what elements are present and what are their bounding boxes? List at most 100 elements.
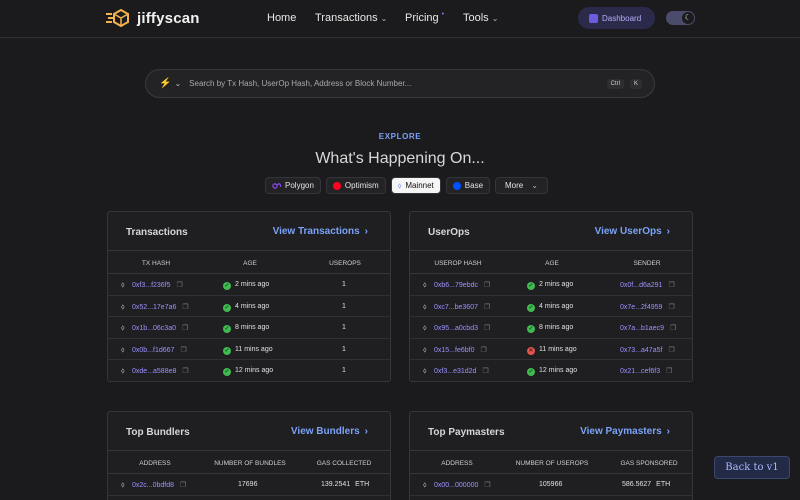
sender-link[interactable]: 0x0f...d6a291 [620,282,662,289]
copy-icon[interactable]: ❐ [668,304,674,311]
copy-icon[interactable]: ❐ [484,482,490,489]
age: 12 mins ago [539,367,578,374]
chain-optimism[interactable]: Optimism [325,177,386,194]
tx-hash-link[interactable]: 0x52...17e7a6 [132,304,176,311]
tx-hash-link[interactable]: 0xde...a588e8 [132,368,176,375]
tx-hash-link[interactable]: 0x1b...06c3a0 [132,325,176,332]
page-title: What's Happening On... [315,150,485,167]
chain-more[interactable]: More ⌄ [495,177,548,194]
success-icon: ✓ [527,303,535,312]
view-paymasters-link[interactable]: View Paymasters › [580,426,670,437]
age: 11 mins ago [235,345,273,353]
copy-icon[interactable]: ❐ [182,368,188,375]
table-row[interactable]: ⬨ 0x2c...0bdfd8 ❐ 17696 139.2541 ETH [108,474,390,496]
success-icon: ✓ [223,368,231,376]
table-row[interactable]: ⬨ 0x15...fe6bf0 ❐ ✕ 11 mins ago 0x73...a47a5f… [410,339,692,360]
table-row[interactable]: ⬨ 0xf3...f236f5 ❐ ✓ 2 mins ago 1 [108,274,390,296]
copy-icon[interactable]: ❐ [484,282,490,289]
userops-count: 1 [342,281,346,288]
table-row[interactable]: ⬨ 0xb6...79ebdc ❐ ✓ 2 mins ago 0x0f...d6a291 ❐ [410,274,692,296]
copy-icon[interactable]: ❐ [177,282,183,289]
nav-pricing-label: Pricing [405,12,439,24]
userop-hash-link[interactable]: 0xb6...79ebdc [434,282,478,289]
ethereum-icon: ⬨ [423,344,427,354]
ethereum-icon: ⬨ [121,366,125,375]
table-row[interactable]: ⬨ 0xde...a588e8 ❐ ✓ 12 mins ago 1 [108,360,390,381]
sender-link[interactable]: 0x73...a47a5f [620,347,662,354]
nav-home-label: Home [267,12,297,24]
table-row[interactable]: ⬨ 0xf3...e31d2d ❐ ✓ 12 mins ago 0x21...cef6f3… [410,360,692,381]
copy-icon[interactable]: ❐ [180,482,186,489]
back-to-v1-button[interactable]: Back to v1 [714,456,790,479]
bundlers-card: Top Bundlers View Bundlers › ADDRESS NUMB… [107,411,391,500]
cube-logo-icon [106,9,129,27]
search-bar[interactable]: ⚡ ⌄ Search by Tx Hash, UserOp Hash, Addr… [145,69,655,98]
lightning-icon: ⚡ [159,78,172,89]
nav-pricing[interactable]: Pricing • [405,11,444,25]
success-icon: ✓ [223,325,231,333]
copy-icon[interactable]: ❐ [484,304,490,311]
userop-hash-link[interactable]: 0x15...fe6bf0 [434,347,474,354]
table-header: TX HASH AGE USEROPS [108,250,390,274]
bundler-address-link[interactable]: 0x2c...0bdfd8 [132,482,174,489]
userop-hash-link[interactable]: 0xc7...be3607 [434,304,478,311]
copy-icon[interactable]: ❐ [480,347,486,354]
sender-link[interactable]: 0x21...cef6f3 [620,368,660,375]
copy-icon[interactable]: ❐ [668,282,674,289]
userop-hash-link[interactable]: 0x95...a0cbd3 [434,325,478,332]
brand-name: jiffyscan [137,9,200,27]
view-bundlers-link[interactable]: View Bundlers › [291,426,368,437]
table-row[interactable]: ⬨ 0xc7...be3607 ❐ ✓ 4 mins ago 0x7e...2f4959 ❐ [410,296,692,317]
table-row[interactable]: ⬨ 0x00...000000 ❐ 105966 586.5627 ETH [410,474,692,496]
column-header: TX HASH [141,260,171,267]
userop-count: 105966 [539,481,563,488]
dashboard-icon [589,13,598,23]
view-userops-link[interactable]: View UserOps › [595,226,670,237]
success-icon: ✓ [527,282,535,290]
search-input[interactable]: Search by Tx Hash, UserOp Hash, Address … [189,79,606,88]
table-row[interactable]: ⬨ 0x52...17e7a6 ❐ ✓ 4 mins ago 1 [108,296,390,317]
userop-hash-link[interactable]: 0xf3...e31d2d [434,368,476,375]
age: 4 mins ago [235,302,270,310]
copy-icon[interactable]: ❐ [182,304,188,311]
paymaster-address-link[interactable]: 0x00...000000 [434,482,478,489]
copy-icon[interactable]: ❐ [668,347,674,354]
age: 11 mins ago [539,345,577,353]
column-header: NUMBER OF USEROPS [515,460,589,467]
theme-toggle[interactable]: ☾ [666,11,695,25]
chain-base[interactable]: Base [445,177,491,194]
nav-transactions[interactable]: Transactions ⌄ [315,12,387,24]
nav-tools[interactable]: Tools ⌄ [463,12,498,24]
userops-count: 1 [342,302,346,310]
copy-icon[interactable]: ❐ [182,325,188,332]
sender-link[interactable]: 0x7e...2f4959 [620,304,662,311]
bundle-count: 17696 [238,481,258,488]
ethereum-icon: ⬨ [121,301,125,311]
table-row[interactable]: ⬨ 0x95...a0cbd3 ❐ ✓ 8 mins ago 0x7a...b1aec9 ❐ [410,317,692,339]
nav-transactions-label: Transactions [315,12,378,24]
copy-icon[interactable]: ❐ [666,368,672,375]
card-title: Transactions [126,227,188,238]
sender-link[interactable]: 0x7a...b1aec9 [620,325,664,332]
brand-logo[interactable]: jiffyscan [106,9,200,27]
link-label: View Paymasters [580,426,662,437]
copy-icon[interactable]: ❐ [180,347,186,354]
copy-icon[interactable]: ❐ [670,325,676,332]
tx-hash-link[interactable]: 0x0b...f1d667 [132,347,174,354]
table-row[interactable]: ⬨ 0x0b...f1d667 ❐ ✓ 11 mins ago 1 [108,339,390,360]
chain-mainnet[interactable]: ⬨ Mainnet [390,177,441,194]
chevron-down-icon[interactable]: ⌄ [174,79,181,88]
shortcut-key-ctrl: Ctrl [606,78,624,89]
copy-icon[interactable]: ❐ [484,325,490,332]
nav-home[interactable]: Home [267,12,296,24]
tx-hash-link[interactable]: 0xf3...f236f5 [132,282,171,289]
copy-icon[interactable]: ❐ [482,368,488,375]
table-row[interactable]: ⬨ 0x1b...06c3a0 ❐ ✓ 8 mins ago 1 [108,317,390,339]
column-header: ADDRESS [441,460,473,467]
chain-polygon[interactable]: Polygon [265,177,321,194]
table-header: ADDRESS NUMBER OF USEROPS GAS SPONSORED [410,450,692,474]
ethereum-icon: ⬨ [423,366,427,375]
dashboard-button[interactable]: Dashboard [578,7,655,29]
view-transactions-link[interactable]: View Transactions › [273,226,368,237]
gas-collected: 139.2541 [321,481,351,488]
